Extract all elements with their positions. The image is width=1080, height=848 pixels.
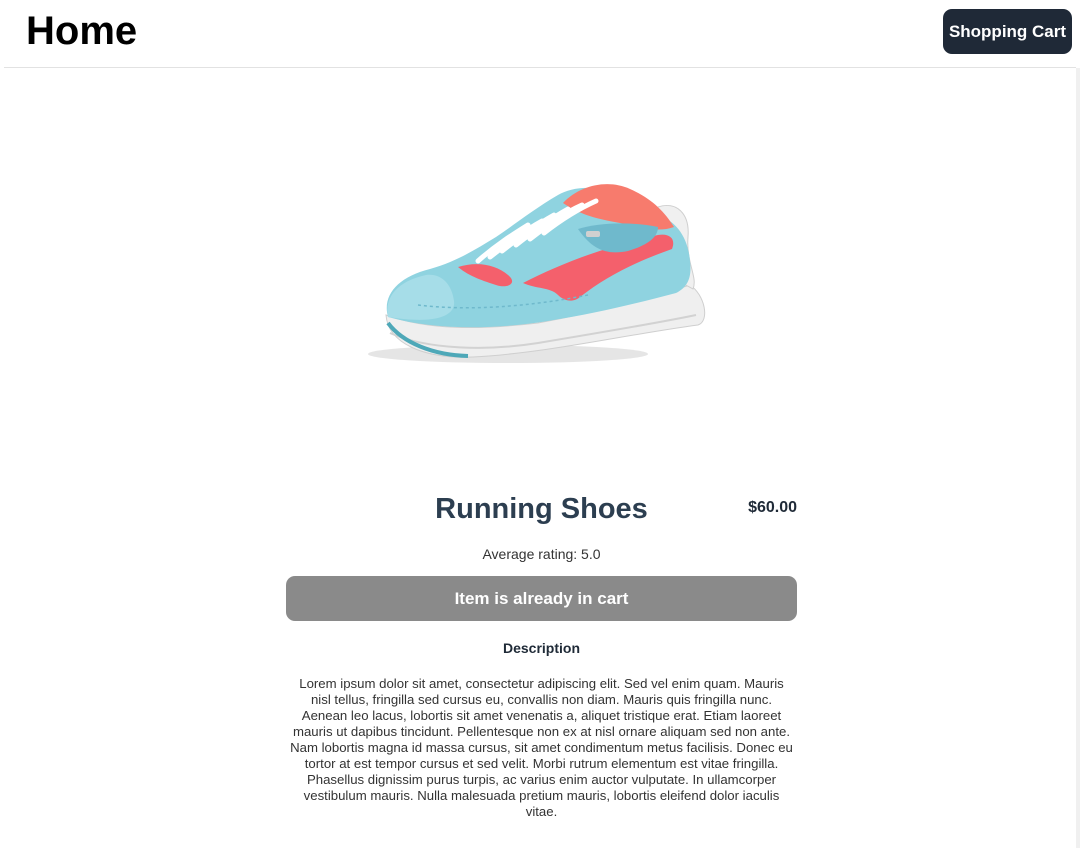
product-price: $60.00 [748,499,797,516]
product-page: Home Shopping Cart Running Shoes $60.00 … [0,0,1080,848]
description-heading: Description [502,640,580,656]
page-scroll-edge [1076,68,1080,848]
item-in-cart-button[interactable]: Item is already in cart [286,576,797,621]
home-link[interactable]: Home [26,7,137,55]
shopping-cart-button[interactable]: Shopping Cart [943,9,1072,54]
average-rating: Average rating: 5.0 [482,546,601,562]
top-header: Home Shopping Cart [4,0,1076,68]
running-shoe-image [368,184,706,363]
description-text: Lorem ipsum dolor sit amet, consectetur … [290,676,793,819]
